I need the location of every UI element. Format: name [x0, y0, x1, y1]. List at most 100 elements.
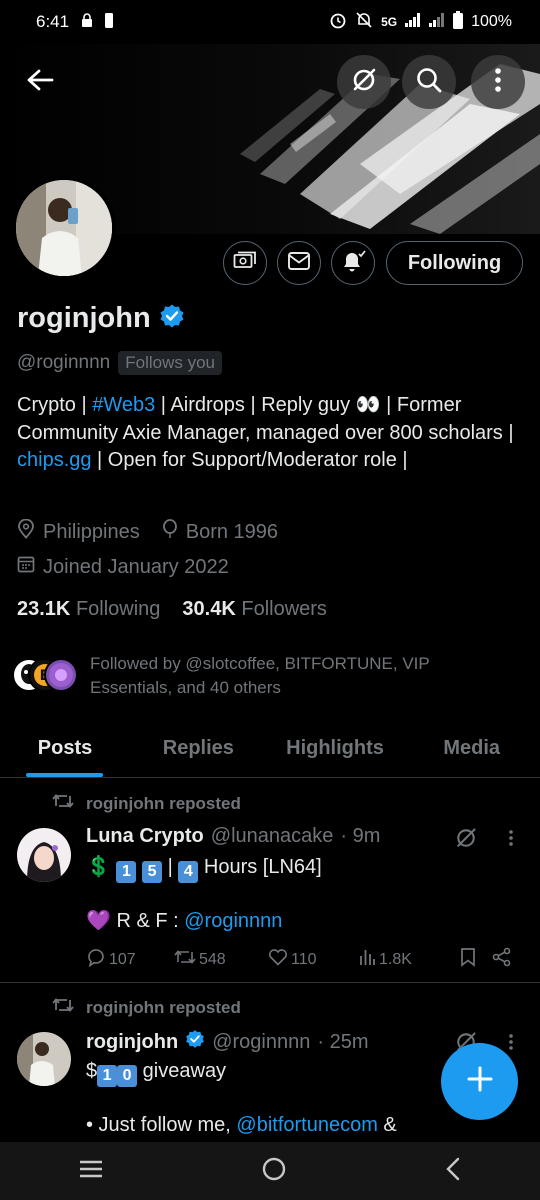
status-bar: 6:41 5G 100% [0, 0, 540, 44]
recent-apps-button[interactable] [78, 1159, 104, 1184]
share-icon [492, 947, 512, 972]
tip-button[interactable] [223, 241, 267, 285]
following-count-link[interactable]: 23.1K Following [17, 598, 160, 621]
home-button[interactable] [261, 1156, 287, 1187]
lock-icon [81, 12, 93, 32]
more-options-button[interactable] [471, 55, 525, 109]
tab-label: Replies [162, 737, 234, 759]
heart-icon [268, 948, 288, 971]
post-text-suffix: giveaway [137, 1060, 227, 1082]
post-text-line-1: $1 0 giveaway [86, 1057, 226, 1087]
follows-you-badge: Follows you [118, 351, 223, 375]
repost-label: roginjohn reposted [86, 997, 241, 1017]
search-button[interactable] [402, 55, 456, 109]
message-button[interactable] [277, 241, 321, 285]
post-mention-link[interactable]: @roginnnn [184, 910, 282, 932]
plus-icon [467, 1066, 493, 1097]
post-item[interactable]: roginjohn reposted Luna Crypto @lunanaca… [0, 779, 540, 982]
compose-button[interactable] [441, 1043, 518, 1120]
battery-percentage: 100% [471, 13, 512, 30]
bio-website-link[interactable]: chips.gg [17, 449, 92, 471]
like-count: 110 [291, 950, 317, 968]
digit-emoji: 5 [142, 861, 163, 883]
profile-name-row: roginjohn [17, 302, 185, 335]
post-text-line-2: • Just follow me, @bitfortunecom & [86, 1111, 397, 1139]
follower-avatar-3 [44, 658, 78, 692]
dollar-emoji: 💲 [86, 856, 111, 878]
system-navigation-bar [0, 1142, 540, 1200]
system-back-button[interactable] [444, 1157, 462, 1186]
followers-label: Followers [241, 598, 327, 620]
post-author-avatar[interactable] [17, 1032, 71, 1086]
tab-replies[interactable]: Replies [130, 720, 267, 777]
like-button[interactable]: 110 [268, 948, 358, 971]
repost-button[interactable]: 548 [174, 948, 268, 971]
battery-small-icon [105, 12, 114, 33]
post-author-handle: @roginnnn [212, 1030, 311, 1053]
money-icon [233, 250, 257, 277]
post-author-handle: @lunanacake [210, 825, 334, 847]
follow-counts: 23.1K Following 30.4K Followers [17, 598, 327, 621]
post-mention-link[interactable]: @bitfortunecom [236, 1114, 377, 1136]
profile-meta-location-born: Philippines Born 1996 [17, 518, 279, 545]
profile-location: Philippines [43, 520, 140, 543]
verified-badge-icon[interactable] [159, 303, 185, 334]
reply-button[interactable]: 107 [86, 947, 174, 972]
view-count: 1.8K [379, 950, 412, 968]
repost-indicator: roginjohn reposted [52, 792, 241, 815]
bookmark-button[interactable] [460, 947, 492, 972]
more-vertical-icon[interactable] [508, 829, 514, 852]
grok-icon[interactable] [454, 826, 478, 855]
post-text-prefix: • Just follow me, [86, 1114, 237, 1136]
post-time: · 9m [340, 825, 381, 847]
repost-count: 548 [199, 950, 226, 968]
profile-meta-joined: Joined January 2022 [17, 555, 229, 579]
post-header: Luna Crypto @lunanacake · 9m [86, 825, 380, 848]
more-vertical-icon [494, 67, 502, 98]
profile-bio: Crypto | #Web3 | Airdrops | Reply guy 👀 … [17, 392, 527, 475]
calendar-icon [17, 555, 35, 579]
bell-check-icon [340, 249, 366, 278]
post-text-suffix: Hours [LN64] [198, 856, 322, 878]
bio-hashtag-link[interactable]: #Web3 [92, 394, 155, 416]
profile-avatar[interactable] [12, 176, 116, 280]
repost-indicator: roginjohn reposted [52, 996, 241, 1019]
balloon-icon [162, 519, 178, 545]
post-text-prefix: $ [86, 1060, 98, 1082]
views-button[interactable]: 1.8K [358, 948, 460, 971]
tab-media[interactable]: Media [403, 720, 540, 777]
tab-highlights[interactable]: Highlights [267, 720, 404, 777]
followers-count-link[interactable]: 30.4K Followers [182, 598, 327, 621]
followed-by-text: Followed by @slotcoffee, BITFORTUNE, VIP… [90, 654, 430, 697]
repost-icon [52, 996, 74, 1019]
bookmark-icon [460, 947, 476, 972]
notifications-button[interactable] [331, 241, 375, 285]
tab-label: Media [443, 737, 501, 759]
tab-posts[interactable]: Posts [0, 720, 130, 777]
grok-button[interactable] [337, 55, 391, 109]
followed-by-row[interactable]: B Followed by @slotcoffee, BITFORTUNE, V… [12, 652, 490, 700]
followed-by-avatars: B [12, 658, 80, 694]
signal-icon [405, 13, 421, 31]
post-text-prefix: 💜 R & F : [86, 910, 185, 932]
mute-icon [355, 11, 373, 33]
post-text-line-2: 💜 R & F : @roginnnn [86, 907, 282, 935]
more-vertical-icon[interactable] [508, 1033, 514, 1056]
digit-emoji: 1 [116, 861, 137, 883]
signal-secondary-icon [429, 13, 445, 31]
status-time: 6:41 [36, 12, 70, 31]
post-text-separator: | [162, 856, 179, 878]
post-author-avatar[interactable] [17, 828, 71, 882]
tab-label: Highlights [286, 737, 384, 759]
profile-born: Born 1996 [185, 520, 279, 543]
following-button[interactable]: Following [386, 241, 523, 285]
share-button[interactable] [492, 947, 512, 972]
post-author-name[interactable]: Luna Crypto [86, 825, 204, 848]
arrow-left-icon [26, 68, 54, 97]
digit-emoji: 4 [178, 861, 199, 883]
grok-icon [350, 66, 378, 99]
post-author-name[interactable]: roginjohn [86, 1031, 178, 1054]
alarm-icon [329, 11, 347, 33]
back-button[interactable] [20, 62, 60, 102]
bio-text-3: | Open for Support/Moderator role | [91, 449, 408, 471]
